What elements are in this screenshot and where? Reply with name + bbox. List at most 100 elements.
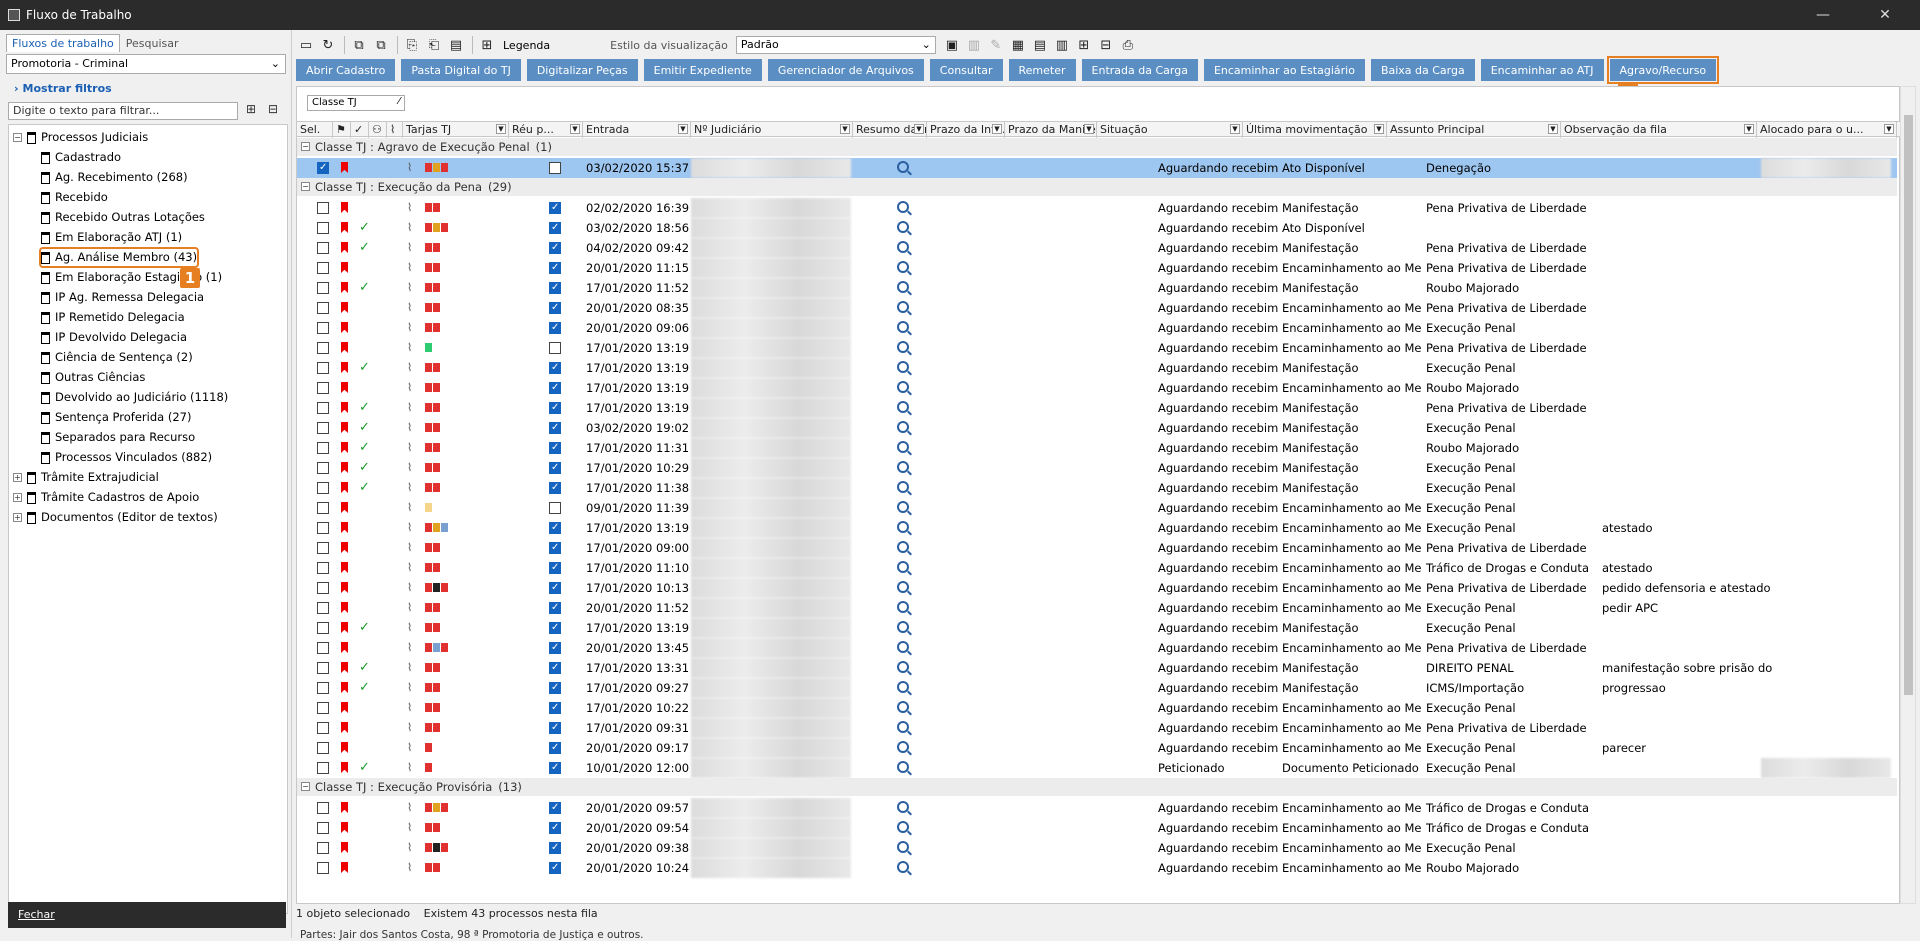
column-header[interactable]: Nº Judiciário ▼ bbox=[691, 122, 853, 138]
select-checkbox[interactable] bbox=[317, 222, 329, 234]
reu-preso-checkbox[interactable] bbox=[549, 718, 561, 738]
select-checkbox[interactable] bbox=[317, 822, 329, 834]
people-header-icon[interactable]: ⚇ bbox=[369, 122, 387, 138]
tree-node[interactable]: Ciência de Sentença (2) bbox=[41, 349, 193, 366]
magnifier-icon[interactable] bbox=[897, 621, 909, 633]
column-filter-icon[interactable]: ▼ bbox=[992, 124, 1002, 134]
save-view-icon[interactable]: ▣ bbox=[942, 35, 962, 55]
attachment-icon[interactable]: ⌇ bbox=[407, 758, 412, 778]
table-row[interactable]: ✓ ⌇ 04/02/2020 09:42 Aguardando recebimMani… bbox=[297, 238, 1897, 258]
reu-preso-checkbox[interactable] bbox=[549, 738, 561, 758]
select-checkbox[interactable] bbox=[317, 562, 329, 574]
attachment-icon[interactable]: ⌇ bbox=[407, 798, 412, 818]
attachment-icon[interactable]: ⌇ bbox=[407, 478, 412, 498]
table-row[interactable]: ⌇ 09/01/2020 11:39 Aguardando recebim Encam… bbox=[297, 498, 1897, 518]
table-row[interactable]: ✓ ⌇ 17/01/2020 13:19 Aguardando recebimMani… bbox=[297, 618, 1897, 638]
table-row[interactable]: ⌇ 20/01/2020 09:38 Aguardando recebimEncam… bbox=[297, 838, 1897, 858]
select-checkbox[interactable] bbox=[317, 462, 329, 474]
column-header[interactable]: Situação ▼ bbox=[1097, 122, 1243, 138]
attachment-icon[interactable]: ⌇ bbox=[407, 518, 412, 538]
reu-preso-checkbox[interactable] bbox=[549, 518, 561, 538]
column-header[interactable]: Réu p... ▼ bbox=[509, 122, 583, 138]
select-checkbox[interactable] bbox=[317, 682, 329, 694]
group-icon[interactable]: ⊞ bbox=[1074, 35, 1094, 55]
table-row[interactable]: ⌇ 17/01/2020 11:10 Aguardando recebimEncam… bbox=[297, 558, 1897, 578]
column-header[interactable]: Prazo da Inti... ▼ bbox=[927, 122, 1005, 138]
scrollbar-thumb[interactable] bbox=[1904, 115, 1913, 695]
select-checkbox[interactable] bbox=[317, 342, 329, 354]
select-checkbox[interactable] bbox=[317, 862, 329, 874]
attachment-icon[interactable]: ⌇ bbox=[407, 238, 412, 258]
reu-preso-checkbox[interactable] bbox=[549, 798, 561, 818]
expand-icon[interactable]: + bbox=[13, 473, 22, 482]
column-header[interactable]: Entrada ▼ bbox=[583, 122, 691, 138]
column-header[interactable]: Sel. bbox=[297, 122, 333, 138]
attachment-icon[interactable]: ⌇ bbox=[407, 578, 412, 598]
attachment-icon[interactable]: ⌇ bbox=[407, 618, 412, 638]
action-button[interactable]: Remeter bbox=[1008, 59, 1076, 81]
tree-filter-input[interactable]: Digite o texto para filtrar... bbox=[8, 102, 238, 120]
copy-icon[interactable]: ⧉ bbox=[349, 35, 369, 55]
attachment-icon[interactable]: ⌇ bbox=[407, 558, 412, 578]
table-row[interactable]: ⌇ 17/01/2020 09:00 Aguardando recebimEncam… bbox=[297, 538, 1897, 558]
reu-preso-checkbox[interactable] bbox=[549, 558, 561, 578]
select-checkbox[interactable] bbox=[317, 642, 329, 654]
filter-icon[interactable]: ⊟ bbox=[1096, 35, 1116, 55]
paste-icon[interactable]: ⧉ bbox=[371, 35, 391, 55]
magnifier-icon[interactable] bbox=[897, 801, 909, 813]
collapse-all-icon[interactable]: ⊟ bbox=[264, 102, 282, 120]
attachment-icon[interactable]: ⌇ bbox=[407, 398, 412, 418]
attachment-icon[interactable]: ⌇ bbox=[407, 838, 412, 858]
magnifier-icon[interactable] bbox=[897, 341, 909, 353]
tab-fluxos[interactable]: Fluxos de trabalho bbox=[6, 34, 120, 52]
table-row[interactable]: ✓ ⌇ 17/01/2020 11:52 Aguardando recebimMani… bbox=[297, 278, 1897, 298]
select-checkbox[interactable] bbox=[317, 262, 329, 274]
action-button[interactable]: Abrir Cadastro bbox=[296, 59, 396, 81]
reu-preso-checkbox[interactable] bbox=[549, 818, 561, 838]
select-checkbox[interactable] bbox=[317, 282, 329, 294]
table-row[interactable]: ⌇ 17/01/2020 10:13 Aguardando recebimEncam… bbox=[297, 578, 1897, 598]
table-row[interactable]: ✓ ⌇ 03/02/2020 19:02 Aguardando recebimMani… bbox=[297, 418, 1897, 438]
edit-view-icon[interactable]: ✎ bbox=[986, 35, 1006, 55]
magnifier-icon[interactable] bbox=[897, 561, 909, 573]
clip-header-icon[interactable]: ⌇ bbox=[387, 122, 403, 138]
column-header[interactable]: Tarjas TJ ▼ bbox=[403, 122, 509, 138]
action-button[interactable]: Pasta Digital do TJ bbox=[401, 59, 521, 81]
reu-preso-checkbox[interactable] bbox=[549, 378, 561, 398]
action-button[interactable]: Baixa da Carga bbox=[1370, 59, 1475, 81]
attachment-icon[interactable]: ⌇ bbox=[407, 358, 412, 378]
table-row[interactable]: ✓ ⌇ 17/01/2020 11:38 Aguardando recebimMani… bbox=[297, 478, 1897, 498]
legend-icon[interactable]: ⊞ bbox=[477, 35, 497, 55]
collapse-icon[interactable]: − bbox=[301, 142, 310, 151]
select-checkbox[interactable] bbox=[317, 762, 329, 774]
reu-preso-checkbox[interactable] bbox=[549, 578, 561, 598]
attachment-icon[interactable]: ⌇ bbox=[407, 678, 412, 698]
refresh-icon[interactable]: ↻ bbox=[318, 35, 338, 55]
expand-icon[interactable]: + bbox=[13, 493, 22, 502]
reu-preso-checkbox[interactable] bbox=[549, 538, 561, 558]
column-filter-icon[interactable]: ▼ bbox=[1744, 124, 1754, 134]
reu-preso-checkbox[interactable] bbox=[549, 598, 561, 618]
magnifier-icon[interactable] bbox=[897, 541, 909, 553]
select-checkbox[interactable] bbox=[317, 302, 329, 314]
table-row[interactable]: ⌇ 20/01/2020 13:45 Aguardando recebimEncam… bbox=[297, 638, 1897, 658]
attachment-icon[interactable]: ⌇ bbox=[407, 198, 412, 218]
group-row[interactable]: − Classe TJ : Agravo de Execução Penal (1) bbox=[297, 138, 1897, 156]
attachment-icon[interactable]: ⌇ bbox=[407, 258, 412, 278]
tree-node[interactable]: Em Elaboração ATJ (1) bbox=[41, 229, 182, 246]
magnifier-icon[interactable] bbox=[897, 301, 909, 313]
table-row[interactable]: ⌇ 20/01/2020 08:35 Aguardando recebimEncam… bbox=[297, 298, 1897, 318]
magnifier-icon[interactable] bbox=[897, 441, 909, 453]
reu-preso-checkbox[interactable] bbox=[549, 438, 561, 458]
reu-preso-checkbox[interactable] bbox=[549, 758, 561, 778]
magnifier-icon[interactable] bbox=[897, 641, 909, 653]
select-checkbox[interactable] bbox=[317, 502, 329, 514]
reu-preso-checkbox[interactable] bbox=[549, 502, 561, 514]
reu-preso-checkbox[interactable] bbox=[549, 238, 561, 258]
attachment-icon[interactable]: ⌇ bbox=[407, 158, 412, 178]
select-checkbox[interactable] bbox=[317, 362, 329, 374]
magnifier-icon[interactable] bbox=[897, 221, 909, 233]
select-checkbox[interactable] bbox=[317, 322, 329, 334]
excel-icon[interactable]: ▦ bbox=[1008, 35, 1028, 55]
close-icon[interactable]: ✕ bbox=[1862, 0, 1908, 30]
